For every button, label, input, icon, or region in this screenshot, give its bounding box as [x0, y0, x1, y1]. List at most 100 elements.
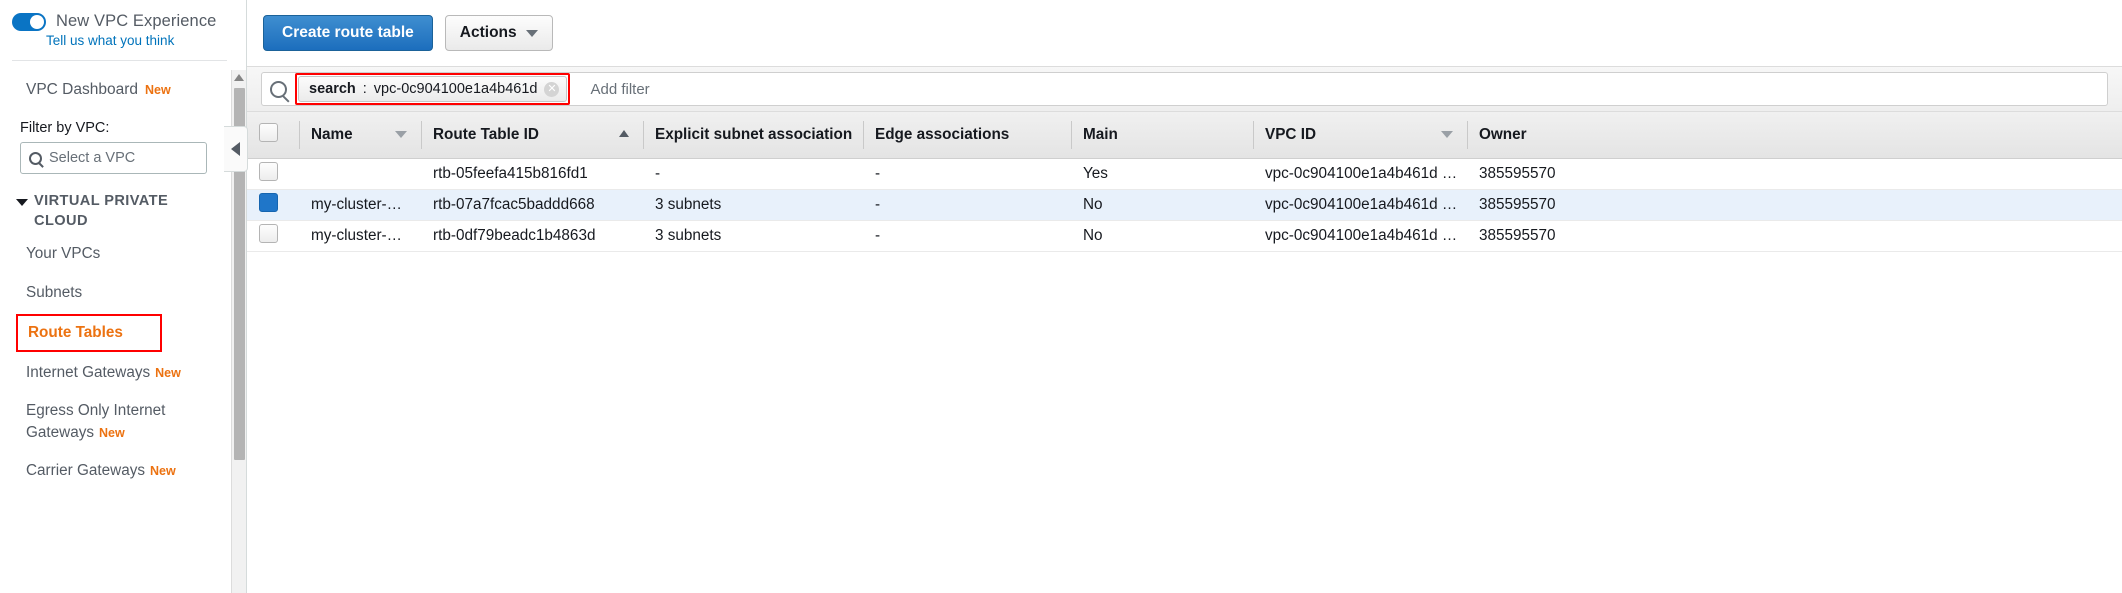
search-filter-token[interactable]: search : vpc-0c904100e1a4b461d ✕	[298, 76, 568, 102]
tell-us-what-you-think-link[interactable]: Tell us what you think	[0, 31, 246, 48]
sidebar-item-vpc-dashboard[interactable]: VPC Dashboard New	[0, 74, 212, 106]
sidebar-section-virtual-private-cloud[interactable]: VIRTUAL PRIVATE CLOUD	[0, 192, 212, 231]
sidebar-item-carrier-gateways[interactable]: Carrier Gateways New	[0, 452, 212, 490]
filter-bar: search : vpc-0c904100e1a4b461d ✕ Add fil…	[247, 66, 2122, 112]
row-select-cell[interactable]	[247, 189, 299, 221]
close-icon[interactable]: ✕	[544, 81, 560, 97]
cell-name: my-cluster-…	[299, 220, 421, 252]
row-checkbox[interactable]	[259, 223, 278, 243]
route-tables-table: Name Route Table ID Explicit subnet asso…	[247, 112, 2122, 252]
table-row[interactable]: my-cluster-… rtb-0df79beadc1b4863d 3 sub…	[247, 220, 2122, 252]
sidebar: New VPC Experience Tell us what you thin…	[0, 0, 248, 593]
column-header-label: Name	[311, 125, 353, 143]
column-header-label: Route Table ID	[433, 125, 539, 143]
search-token-separator: :	[362, 81, 367, 97]
cell-vpc-id-link[interactable]: vpc-0c904100e1a4b461d …	[1253, 189, 1467, 221]
cell-explicit-subnet-association-link[interactable]: 3 subnets	[643, 220, 863, 252]
sort-ascending-icon[interactable]	[619, 130, 629, 137]
column-header-name[interactable]: Name	[299, 112, 421, 159]
vpc-filter-select[interactable]: Select a VPC	[20, 142, 207, 174]
sidebar-item-label: Your VPCs	[26, 245, 101, 263]
new-vpc-experience-label: New VPC Experience	[56, 12, 217, 30]
cell-vpc-id-link[interactable]: vpc-0c904100e1a4b461d …	[1253, 220, 1467, 252]
cell-route-table-id: rtb-07a7fcac5baddd668	[421, 189, 643, 221]
sidebar-item-vpc-dashboard-label: VPC Dashboard	[26, 81, 139, 98]
cell-edge-associations: -	[863, 158, 1071, 190]
cell-vpc-id-link[interactable]: vpc-0c904100e1a4b461d …	[1253, 158, 1467, 190]
column-header-explicit-subnet-association[interactable]: Explicit subnet association	[643, 112, 863, 159]
sidebar-item-label: Egress Only Internet Gateways	[26, 402, 166, 442]
search-icon	[270, 80, 287, 98]
row-checkbox[interactable]	[259, 192, 278, 212]
chevron-down-icon[interactable]	[395, 131, 407, 138]
filter-by-vpc-label: Filter by VPC:	[20, 120, 110, 136]
cell-explicit-subnet-association-link[interactable]: 3 subnets	[643, 189, 863, 221]
sidebar-item-egress-only-internet-gateways[interactable]: Egress Only Internet Gateways New	[0, 392, 212, 452]
chevron-left-icon	[231, 142, 240, 156]
row-select-cell[interactable]	[247, 220, 299, 252]
cell-name: my-cluster-…	[299, 189, 421, 221]
add-filter-input[interactable]: Add filter	[578, 81, 649, 98]
cell-route-table-id: rtb-0df79beadc1b4863d	[421, 220, 643, 252]
column-header-label: Owner	[1479, 125, 1527, 143]
create-route-table-label: Create route table	[282, 24, 414, 41]
table-header: Name Route Table ID Explicit subnet asso…	[247, 112, 2122, 159]
cell-name	[299, 158, 421, 190]
column-header-label: Main	[1083, 125, 1118, 143]
route-tables-table-wrapper: Name Route Table ID Explicit subnet asso…	[247, 112, 2122, 252]
vpc-filter-placeholder: Select a VPC	[49, 150, 136, 166]
row-select-cell[interactable]	[247, 158, 299, 190]
table-row[interactable]: my-cluster-… rtb-07a7fcac5baddd668 3 sub…	[247, 189, 2122, 221]
table-row[interactable]: rtb-05feefa415b816fd1 - - Yes vpc-0c9041…	[247, 158, 2122, 190]
sidebar-item-internet-gateways[interactable]: Internet Gateways New	[0, 354, 212, 392]
column-header-vpc-id[interactable]: VPC ID	[1253, 112, 1467, 159]
cell-main: No	[1071, 189, 1253, 221]
sidebar-item-label: Internet Gateways	[26, 363, 151, 381]
actions-label: Actions	[459, 24, 517, 41]
sidebar-item-subnets[interactable]: Subnets	[0, 274, 212, 312]
cell-edge-associations: -	[863, 220, 1071, 252]
search-token-highlight: search : vpc-0c904100e1a4b461d ✕	[295, 73, 571, 105]
scroll-up-arrow-icon[interactable]	[234, 74, 244, 81]
actions-button[interactable]: Actions	[444, 15, 553, 51]
cell-edge-associations: -	[863, 189, 1071, 221]
search-filter-box[interactable]: search : vpc-0c904100e1a4b461d ✕ Add fil…	[261, 72, 2108, 106]
select-all-header[interactable]	[247, 112, 299, 159]
column-header-route-table-id[interactable]: Route Table ID	[421, 112, 643, 159]
create-route-table-button[interactable]: Create route table	[263, 15, 433, 51]
sidebar-item-label: Carrier Gateways	[26, 462, 146, 480]
sidebar-section-label: VIRTUAL PRIVATE CLOUD	[34, 193, 169, 229]
cell-owner: 385595570	[1467, 220, 2122, 252]
new-vpc-experience-toggle[interactable]	[12, 12, 46, 31]
action-toolbar: Create route table Actions	[247, 0, 2122, 66]
sidebar-divider	[12, 60, 227, 61]
new-badge: New	[145, 83, 171, 97]
sidebar-item-your-vpcs[interactable]: Your VPCs	[0, 235, 212, 273]
cell-main: No	[1071, 220, 1253, 252]
chevron-down-icon	[525, 29, 538, 37]
vpc-console-page: New VPC Experience Tell us what you thin…	[0, 0, 2122, 593]
search-token-value: vpc-0c904100e1a4b461d	[373, 81, 538, 97]
main-content: Create route table Actions search : vpc-…	[247, 0, 2122, 593]
column-header-owner[interactable]: Owner	[1467, 112, 2122, 159]
sidebar-nav-scroll-area: VPC Dashboard New Filter by VPC: Select …	[0, 64, 212, 593]
cell-explicit-subnet-association: -	[643, 158, 863, 190]
cell-owner: 385595570	[1467, 189, 2122, 221]
chevron-down-icon[interactable]	[1441, 131, 1453, 138]
table-header-row: Name Route Table ID Explicit subnet asso…	[247, 112, 2122, 159]
sidebar-collapse-button[interactable]	[224, 126, 248, 172]
column-header-edge-associations[interactable]: Edge associations	[863, 112, 1071, 159]
sidebar-item-route-tables[interactable]: Route Tables	[16, 313, 162, 352]
new-badge: New	[99, 426, 125, 441]
column-header-main[interactable]: Main	[1071, 112, 1253, 159]
cell-owner: 385595570	[1467, 158, 2122, 190]
select-all-checkbox[interactable]	[259, 122, 278, 142]
cell-route-table-id: rtb-05feefa415b816fd1	[421, 158, 643, 190]
search-token-key: search	[309, 81, 356, 97]
cell-main: Yes	[1071, 158, 1253, 190]
column-header-label: Edge associations	[875, 125, 1010, 143]
column-header-label: VPC ID	[1265, 125, 1316, 143]
row-checkbox[interactable]	[259, 161, 278, 181]
chevron-down-icon	[16, 199, 28, 206]
new-badge: New	[155, 365, 181, 380]
